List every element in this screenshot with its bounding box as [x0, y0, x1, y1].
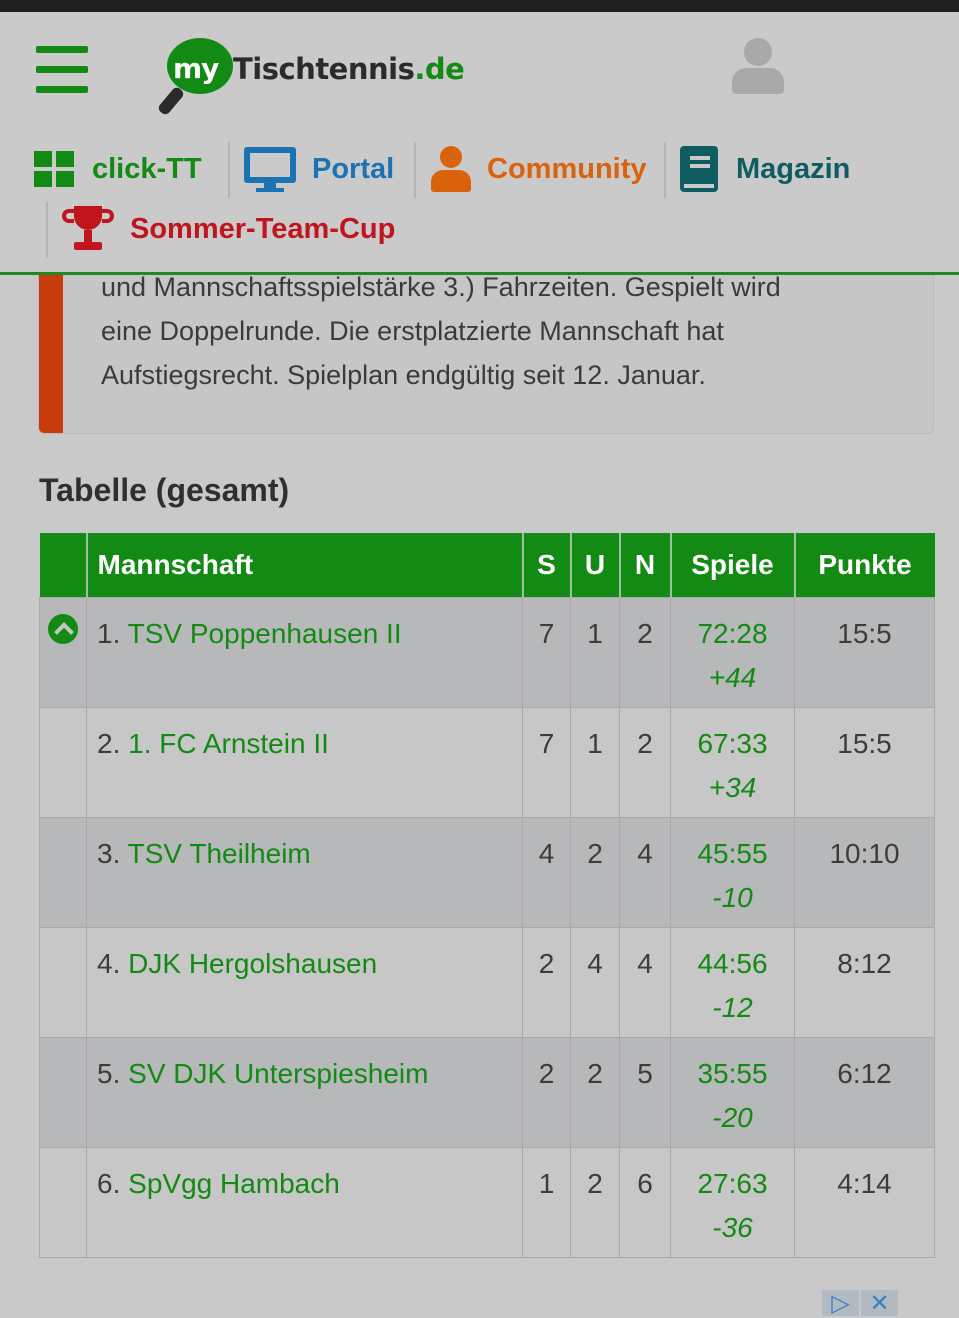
- wins: 7: [522, 597, 571, 708]
- team-link[interactable]: TSV Poppenhausen II: [128, 618, 402, 649]
- table-row: 2. 1. FC Arnstein II 7 1 2 67:33 +34 15:5: [39, 707, 935, 818]
- rank: 3.: [97, 838, 121, 869]
- wins: 2: [522, 1037, 571, 1148]
- nav-label: Magazin: [736, 152, 851, 185]
- table-row: 1. TSV Poppenhausen II 7 1 2 72:28 +44 15…: [39, 597, 935, 708]
- rank: 1.: [97, 618, 121, 649]
- table-title: Tabelle (gesamt): [39, 472, 290, 508]
- games-diff: +34: [708, 772, 757, 803]
- nav-label: Portal: [312, 152, 395, 185]
- ad-info-icon[interactable]: ▷: [822, 1290, 859, 1317]
- points: 4:14: [794, 1147, 935, 1258]
- points: 8:12: [794, 927, 935, 1038]
- header-draws[interactable]: U: [570, 533, 621, 598]
- grid-icon: [32, 149, 76, 189]
- games-ratio: 44:56: [697, 948, 768, 979]
- losses: 4: [619, 817, 671, 928]
- table-header-row: Mannschaft S U N Spiele Punkte: [39, 533, 935, 598]
- wins: 1: [522, 1147, 571, 1258]
- games-ratio: 35:55: [697, 1058, 768, 1089]
- wins: 4: [522, 817, 571, 928]
- draws: 1: [570, 707, 620, 818]
- points: 15:5: [794, 707, 935, 818]
- book-icon: [680, 146, 720, 192]
- games-ratio: 45:55: [697, 838, 768, 869]
- table-row: 5. SV DJK Unterspiesheim 2 2 5 35:55 -20 …: [39, 1037, 935, 1148]
- promotion-chevron-up-icon: [48, 614, 78, 644]
- monitor-icon: [244, 147, 296, 192]
- trophy-icon: [62, 206, 114, 252]
- games-diff: +44: [708, 662, 757, 693]
- nav-portal[interactable]: Portal: [244, 144, 394, 194]
- games-ratio: 67:33: [697, 728, 768, 759]
- wins: 2: [522, 927, 571, 1038]
- standings-table: Mannschaft S U N Spiele Punkte 1. TSV Po…: [39, 533, 935, 1258]
- nav-magazin[interactable]: Magazin: [680, 144, 850, 194]
- ad-close-icon[interactable]: ✕: [861, 1290, 898, 1317]
- rank: 6.: [97, 1168, 121, 1199]
- games-ratio: 27:63: [697, 1168, 768, 1199]
- points: 6:12: [794, 1037, 935, 1148]
- ad-choices-badge: ▷ ✕: [822, 1290, 900, 1317]
- nav-community[interactable]: Community: [431, 144, 647, 194]
- draws: 4: [570, 927, 620, 1038]
- header-games[interactable]: Spiele: [670, 533, 796, 598]
- team-link[interactable]: SV DJK Unterspiesheim: [128, 1058, 428, 1089]
- logo-paddle-icon: my: [167, 38, 233, 94]
- site-logo[interactable]: my Tischtennis.de: [156, 38, 543, 118]
- rank: 4.: [97, 948, 121, 979]
- system-status-bar: [0, 0, 959, 12]
- header-indicator: [39, 533, 88, 598]
- user-account-icon[interactable]: [732, 38, 784, 96]
- losses: 5: [619, 1037, 671, 1148]
- wins: 7: [522, 707, 571, 818]
- league-info-text: und Mannschaftsspielstärke 3.) Fahrzeite…: [101, 272, 781, 390]
- person-icon: [431, 146, 471, 192]
- nav-click-tt[interactable]: click-TT: [32, 144, 202, 194]
- draws: 2: [570, 1037, 620, 1148]
- team-link[interactable]: SpVgg Hambach: [128, 1168, 340, 1199]
- site-header: my Tischtennis.de click-TT Portal Commun…: [0, 12, 959, 275]
- header-losses[interactable]: N: [619, 533, 672, 598]
- games-diff: -10: [712, 882, 753, 913]
- nav-sommer-team-cup[interactable]: Sommer-Team-Cup: [62, 204, 395, 254]
- draws: 2: [570, 817, 620, 928]
- table-row: 6. SpVgg Hambach 1 2 6 27:63 -36 4:14: [39, 1147, 935, 1258]
- games-diff: -12: [712, 992, 753, 1023]
- losses: 2: [619, 707, 671, 818]
- rank: 2.: [97, 728, 121, 759]
- draws: 1: [570, 597, 620, 708]
- games-ratio: 72:28: [697, 618, 768, 649]
- header-wins[interactable]: S: [522, 533, 572, 598]
- team-link[interactable]: DJK Hergolshausen: [128, 948, 377, 979]
- losses: 2: [619, 597, 671, 708]
- losses: 6: [619, 1147, 671, 1258]
- menu-icon[interactable]: [36, 46, 88, 94]
- header-points[interactable]: Punkte: [794, 533, 935, 598]
- games-diff: -20: [712, 1102, 753, 1133]
- games-diff: -36: [712, 1212, 753, 1243]
- team-link[interactable]: TSV Theilheim: [128, 838, 311, 869]
- draws: 2: [570, 1147, 620, 1258]
- header-team[interactable]: Mannschaft: [86, 533, 524, 598]
- nav-label: click-TT: [92, 152, 202, 185]
- table-row: 3. TSV Theilheim 4 2 4 45:55 -10 10:10: [39, 817, 935, 928]
- losses: 4: [619, 927, 671, 1038]
- nav-label: Sommer-Team-Cup: [130, 212, 396, 245]
- points: 10:10: [794, 817, 935, 928]
- nav-label: Community: [487, 152, 647, 185]
- points: 15:5: [794, 597, 935, 708]
- table-row: 4. DJK Hergolshausen 2 4 4 44:56 -12 8:12: [39, 927, 935, 1038]
- logo-wordmark: Tischtennis.de: [233, 52, 465, 86]
- team-link[interactable]: 1. FC Arnstein II: [128, 728, 329, 759]
- rank: 5.: [97, 1058, 121, 1089]
